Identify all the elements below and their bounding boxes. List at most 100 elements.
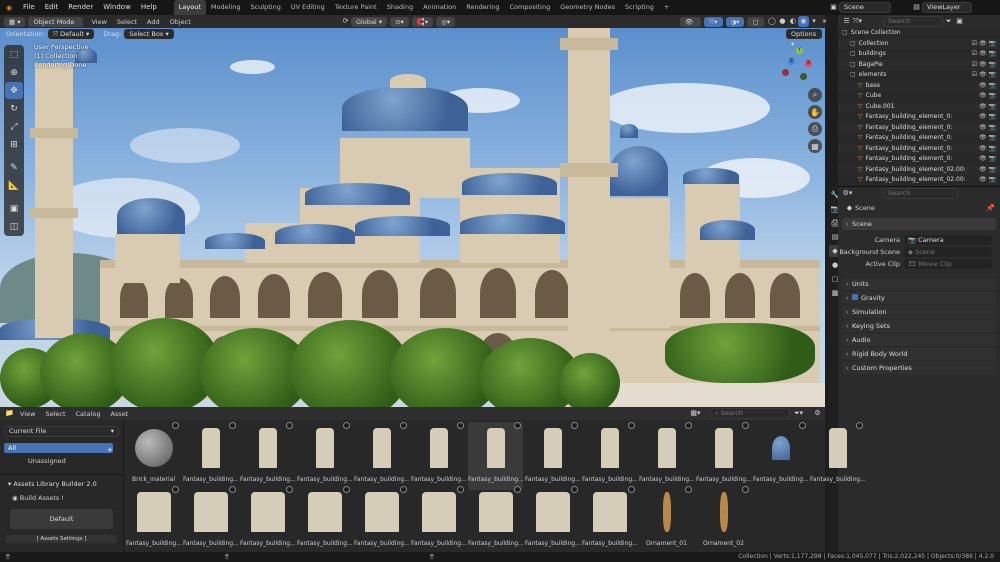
gizmo-neg-y-icon[interactable] (800, 73, 807, 80)
outliner-search-input[interactable]: Search (883, 16, 943, 27)
gravity-panel[interactable]: Gravity (842, 292, 996, 304)
asset-thumbnail[interactable]: Fantasy_building... (354, 422, 409, 490)
viewport-menu-view[interactable]: View (86, 18, 111, 26)
outliner-row[interactable]: ▽ Cube.001 👁 📷 (838, 101, 1000, 113)
tab-shading[interactable]: Shading (382, 0, 418, 15)
asset-mark-icon[interactable] (628, 422, 635, 429)
visibility-toggle-icon[interactable]: 👁 📷 (979, 102, 996, 113)
scene-selector[interactable]: Scene (839, 2, 891, 13)
rotate-icon[interactable]: ↻ (5, 100, 23, 117)
menu-window[interactable]: Window (98, 0, 136, 15)
active-clip-field[interactable]: 🎞 Movie Clip (904, 259, 992, 269)
asset-thumbnail[interactable]: Brick_material (126, 422, 181, 490)
menu-file[interactable]: File (18, 0, 40, 15)
pan-hand-icon[interactable]: ✋ (808, 105, 822, 119)
xray-button[interactable]: ▢ (747, 16, 764, 27)
outliner-editor-icon[interactable]: ☰ (841, 16, 852, 27)
asset-mark-icon[interactable] (343, 422, 350, 429)
asset-mark-icon[interactable] (742, 422, 749, 429)
asset-thumbnail[interactable]: Fantasy_building... (240, 422, 295, 490)
tab-rendering[interactable]: Rendering (461, 0, 504, 15)
visibility-toggle-icon[interactable]: 👁 📷 (979, 123, 996, 134)
asset-mark-icon[interactable] (856, 422, 863, 429)
catalog-unassigned[interactable]: Unassigned (0, 456, 123, 466)
menu-help[interactable]: Help (136, 0, 162, 15)
annotate-icon[interactable]: ✎ (5, 159, 23, 176)
assets-settings-button[interactable]: [ Assets Settings ] (6, 535, 117, 543)
asset-menu-view[interactable]: View (15, 410, 40, 418)
add-workspace-icon[interactable]: + (659, 0, 674, 15)
outliner-row[interactable]: ▽ Fantasy_building_element_0: 👁 📷 (838, 133, 1000, 144)
outliner-row[interactable]: ▽ Cube 👁 📷 (838, 91, 1000, 102)
transform-icon[interactable]: ⊞ (5, 136, 23, 153)
outliner-row[interactable]: ▢ BagaPie ☑ 👁 📷 (838, 59, 1000, 71)
gravity-checkbox[interactable] (852, 294, 858, 300)
asset-mark-icon[interactable] (400, 486, 407, 493)
asset-thumbnail[interactable]: Fantasy_building... (525, 422, 580, 490)
asset-thumbnail[interactable]: Fantasy_building... (582, 422, 637, 490)
outliner-row[interactable]: ▽ Fantasy_building_element_02.00: 👁 📷 (838, 175, 1000, 186)
outliner-row[interactable]: ▽ Fantasy_building_element_0: 👁 📷 (838, 112, 1000, 123)
asset-mark-icon[interactable] (685, 486, 692, 493)
asset-menu-catalog[interactable]: Catalog (71, 410, 106, 418)
visibility-toggle-icon[interactable]: ☑ 👁 📷 (972, 60, 996, 71)
default-button[interactable]: Default (10, 509, 113, 529)
camera-view-icon[interactable]: ⎙ (808, 122, 822, 136)
asset-thumbnail[interactable]: Fantasy_building... (582, 486, 637, 554)
asset-mark-icon[interactable] (457, 422, 464, 429)
simulation-panel[interactable]: Simulation (842, 306, 996, 318)
camera-field[interactable]: 📷 Camera (904, 235, 992, 245)
gizmo-y-axis-icon[interactable]: Y (796, 47, 803, 54)
viewport-menu-object[interactable]: Object (165, 18, 196, 26)
add-cube-icon[interactable]: ▣ (5, 200, 23, 217)
outliner-row[interactable]: ▽ Fantasy_building_element_0: 👁 📷 (838, 143, 1000, 154)
gizmo-x-axis-icon[interactable]: X (805, 60, 812, 67)
visibility-toggle-icon[interactable]: 👁 📷 (979, 175, 996, 186)
asset-thumbnail[interactable]: Fantasy_building... (468, 486, 523, 554)
cursor-icon[interactable]: ⊕ (5, 64, 23, 81)
shading-options-icon[interactable]: ▾ (809, 16, 820, 27)
visibility-button[interactable]: 👁▾ (680, 16, 702, 36)
asset-thumbnail[interactable]: Fantasy_building... (183, 422, 238, 490)
asset-thumbnail[interactable]: Fantasy_building... (696, 422, 751, 490)
asset-mark-icon[interactable] (286, 486, 293, 493)
outliner-row[interactable]: ▽ Fantasy_building_element_0: 👁 📷 (838, 154, 1000, 165)
new-collection-icon[interactable]: ▣ (954, 16, 965, 27)
asset-mark-icon[interactable] (628, 486, 635, 493)
tab-scripting[interactable]: Scripting (620, 0, 659, 15)
gizmo-toggle-button[interactable]: ⤧▾ (704, 16, 723, 27)
measure-icon[interactable]: 📐 (5, 177, 23, 194)
asset-mark-icon[interactable] (742, 486, 749, 493)
asset-mark-icon[interactable] (172, 486, 179, 493)
asset-settings-icon[interactable]: ⚙ (812, 408, 823, 419)
asset-thumbnail[interactable]: Fantasy_building... (126, 486, 181, 554)
solid-shading-icon[interactable]: ● (777, 16, 788, 27)
scale-icon[interactable]: ⤢ (5, 118, 23, 135)
asset-mark-icon[interactable] (229, 486, 236, 493)
navigation-gizmo[interactable]: X Y Z (778, 43, 820, 85)
tab-sculpting[interactable]: Sculpting (245, 0, 285, 15)
tab-layout[interactable]: Layout (173, 0, 206, 15)
library-selector[interactable]: Current File ▾ (4, 426, 119, 437)
display-grid-icon[interactable]: ▦▾ (690, 408, 701, 419)
asset-thumbnail[interactable]: Fantasy_building... (810, 422, 865, 490)
zoom-icon[interactable]: ⌕ (808, 88, 822, 102)
viewport-menu-select[interactable]: Select (112, 18, 142, 26)
asset-menu-asset[interactable]: Asset (105, 410, 133, 418)
tab-texture-paint[interactable]: Texture Paint (330, 0, 382, 15)
asset-mark-icon[interactable] (457, 486, 464, 493)
asset-thumbnail[interactable]: Fantasy_building... (753, 422, 808, 490)
asset-menu-select[interactable]: Select (40, 410, 70, 418)
asset-search-input[interactable]: ⌕ Search (710, 408, 790, 419)
asset-thumbnail[interactable]: Fantasy_building... (411, 486, 466, 554)
asset-mark-icon[interactable] (685, 422, 692, 429)
outliner-row[interactable]: ▽ Fantasy_building_element_0: 👁 📷 (838, 122, 1000, 134)
move-icon[interactable]: ✥ (5, 82, 23, 99)
outliner-row[interactable]: ▽ base 👁 📷 (838, 80, 1000, 91)
outliner-row[interactable]: ▢ elements ☑ 👁 📷 (838, 70, 1000, 81)
outliner-row[interactable]: ▽ Fantasy_building_element_02.00: 👁 📷 (838, 164, 1000, 175)
outliner-row[interactable]: ▢ buildings ☑ 👁 📷 (838, 49, 1000, 60)
visibility-toggle-icon[interactable]: 👁 📷 (979, 91, 996, 102)
3d-viewport[interactable]: User Perspective (1) Collection Renderin… (0, 28, 825, 407)
audio-panel[interactable]: Audio (842, 334, 996, 346)
